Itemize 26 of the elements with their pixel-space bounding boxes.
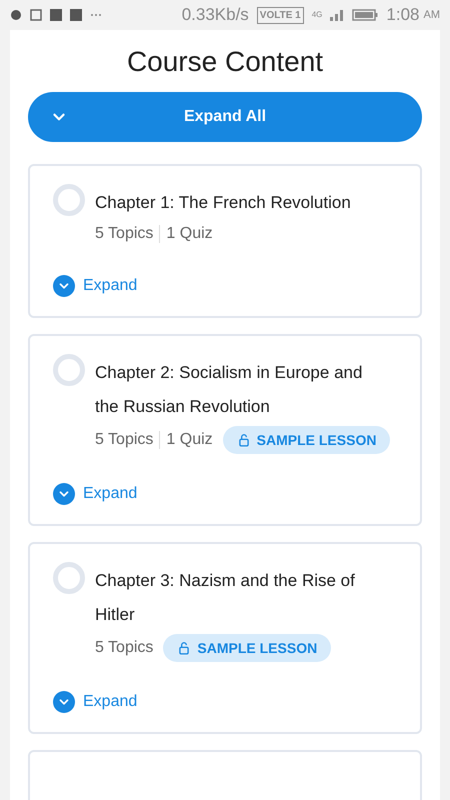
volte-label: VOLTE 1 [256,6,304,24]
clock: 1:08 [386,4,420,26]
quiz-count: 1 Quiz [166,430,213,450]
expand-all-button[interactable]: Expand All [28,92,422,142]
chapter-title[interactable]: Chapter 2: Socialism in Europe and the Russian Revolution [95,356,375,424]
lock-icon [236,433,251,447]
battery-icon [352,9,378,21]
more-icon [90,13,102,17]
expand-button[interactable]: Expand [53,274,138,298]
sample-lesson-badge: SAMPLE LESSON [163,634,332,662]
notification-icon [10,9,22,21]
topics-count: 5 Topics [95,224,154,244]
clock-period: AM [424,8,440,23]
sample-lesson-badge: SAMPLE LESSON [222,426,390,454]
expand-button[interactable]: Expand [53,690,138,714]
quiz-count: 1 Quiz [166,224,213,244]
topics-count: 5 Topics [95,638,154,658]
network-type: 4G [312,9,322,21]
expand-button[interactable]: Expand [53,482,138,506]
network-speed: 0.33Kb/s [182,4,249,26]
chapter-title[interactable]: Chapter 3: Nazism and the Rise of Hitler [95,564,375,632]
topics-count: 5 Topics [95,430,154,450]
signal-icon [330,9,344,21]
page-title: Course Content [126,45,324,79]
lock-icon [177,641,192,655]
chapter-title[interactable]: Chapter 1: The French Revolution [95,186,351,220]
